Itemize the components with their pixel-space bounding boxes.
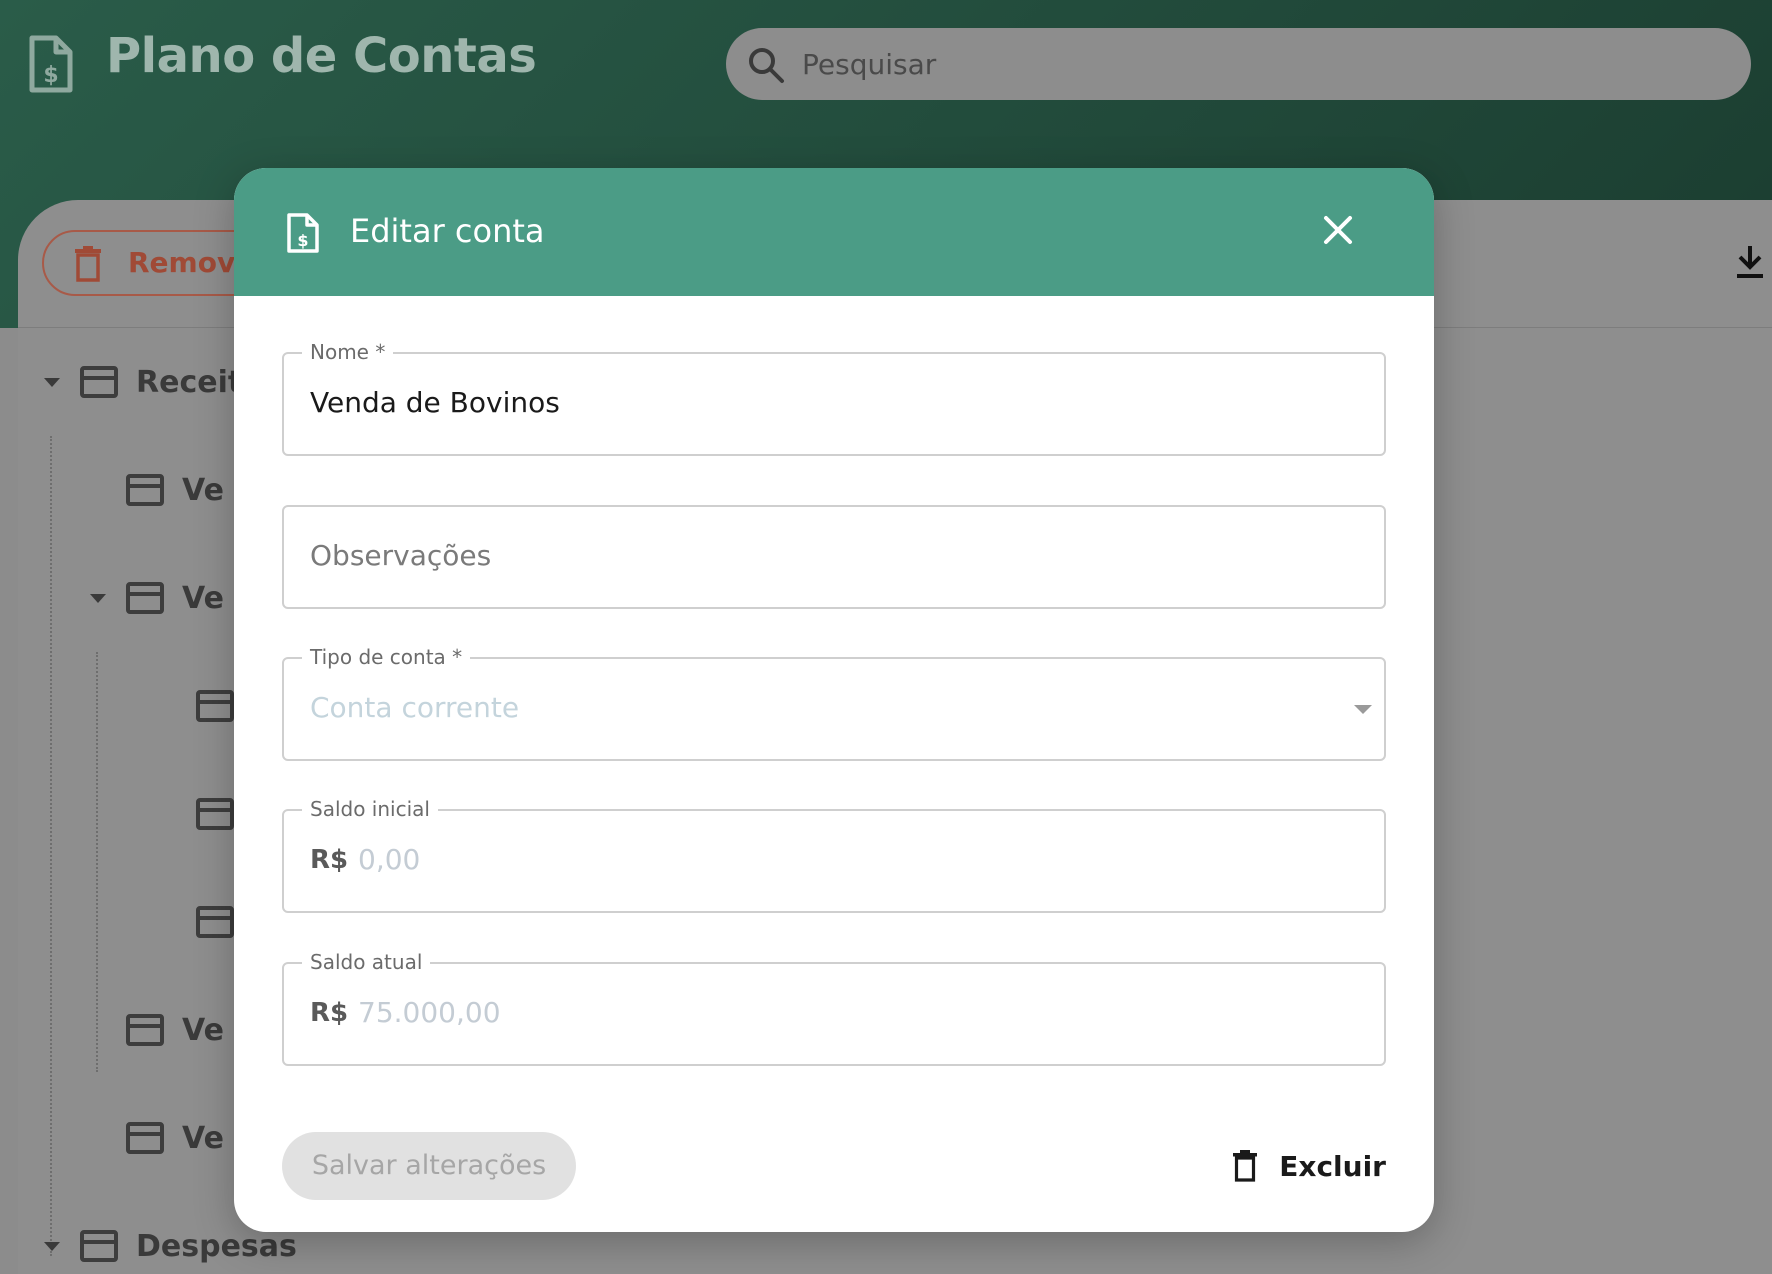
save-button[interactable]: Salvar alterações [282,1132,576,1200]
card-icon [80,1230,118,1262]
document-dollar-icon: $ [287,213,319,253]
page-title: Plano de Contas [106,28,537,84]
tree-item-receitas[interactable]: Receit [44,362,242,402]
close-icon[interactable] [1320,212,1356,248]
observacoes-input[interactable]: Observações [310,539,491,572]
tree-guide-line [96,652,98,1072]
caret-down-icon[interactable] [44,377,60,387]
svg-text:$: $ [297,231,308,250]
caret-down-icon[interactable] [90,593,106,603]
tree-item-label: Ve [182,580,224,616]
tree-item-despesas[interactable]: Despesas [44,1226,297,1266]
tree-item[interactable] [196,794,234,834]
saldo-atual-input[interactable]: 75.000,00 [358,996,501,1029]
dialog-header: $ Editar conta [234,168,1434,296]
tipo-conta-label: Tipo de conta * [302,645,471,669]
card-icon [126,1014,164,1046]
delete-button[interactable]: Excluir [1233,1142,1386,1190]
svg-text:$: $ [43,63,58,88]
card-icon [196,906,234,938]
tree-item[interactable]: Ve [126,470,224,510]
tree-item[interactable] [196,902,234,942]
tipo-conta-select[interactable]: Tipo de conta * Conta corrente [282,645,1386,761]
saldo-inicial-label: Saldo inicial [302,797,438,821]
saldo-inicial-field[interactable]: Saldo inicial R$ 0,00 [282,797,1386,913]
search-input[interactable]: Pesquisar [802,48,936,81]
card-icon [126,474,164,506]
tree-item[interactable] [196,686,234,726]
card-icon [196,690,234,722]
card-icon [80,366,118,398]
tipo-conta-value: Conta corrente [310,691,520,724]
currency-prefix: R$ [310,845,349,875]
dialog-title: Editar conta [350,212,545,250]
card-icon [126,1122,164,1154]
card-icon [126,582,164,614]
trash-icon [75,246,101,282]
tree-guide-line [50,436,52,1256]
tree-item[interactable]: Ve [90,578,224,618]
observacoes-field[interactable]: Observações [282,505,1386,609]
download-icon[interactable] [1734,244,1766,280]
tree-item-label: Ve [182,1120,224,1156]
tree-item-label: Receit [136,364,243,400]
search-bar[interactable]: Pesquisar [726,28,1751,100]
delete-button-label: Excluir [1279,1149,1386,1183]
tree-item[interactable]: Ve [126,1010,224,1050]
document-dollar-icon: $ [29,35,73,93]
nome-label: Nome * [302,340,394,364]
caret-down-icon[interactable] [44,1241,60,1251]
dropdown-arrow-icon[interactable] [1354,705,1372,714]
edit-account-dialog: $ Editar conta Nome * Venda de Bovinos O… [234,168,1434,1232]
saldo-inicial-input[interactable]: 0,00 [358,843,420,876]
nome-input[interactable]: Venda de Bovinos [310,386,560,419]
currency-prefix: R$ [310,998,349,1028]
tree-item-label: Despesas [136,1228,297,1264]
tree-item-label: Ve [182,472,224,508]
tree-item-label: Ve [182,1012,224,1048]
saldo-atual-field[interactable]: Saldo atual R$ 75.000,00 [282,950,1386,1066]
card-icon [196,798,234,830]
saldo-atual-label: Saldo atual [302,950,431,974]
nome-field[interactable]: Nome * Venda de Bovinos [282,340,1386,456]
trash-icon [1233,1150,1258,1182]
tree-item[interactable]: Ve [126,1118,224,1158]
search-icon [749,48,784,83]
